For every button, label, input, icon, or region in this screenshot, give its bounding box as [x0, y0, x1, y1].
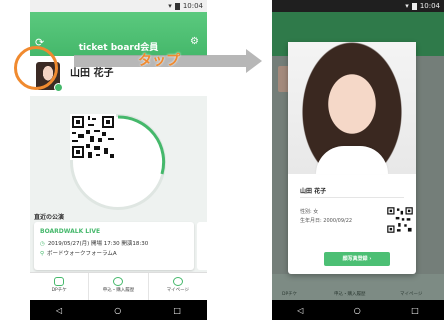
app-header: ⟳ ticket board会員 ⚙ — [30, 12, 207, 56]
battery-icon — [411, 2, 417, 10]
header-title: ticket board会員 — [78, 43, 159, 53]
event-card[interactable]: BOARDWALK LIVE ◷ 2019/05/27(月) 開場 17:30 開… — [34, 222, 194, 270]
dimmed-tab-bar: DPチケ 申込・購入履歴 マイページ — [272, 274, 444, 300]
back-icon[interactable]: ◁ — [297, 306, 303, 315]
signal-icon: ▾ — [168, 2, 172, 10]
recents-icon[interactable]: □ — [173, 306, 181, 315]
clock-icon — [113, 277, 124, 286]
register-photo-button[interactable]: 顔写真登録 › — [324, 252, 390, 266]
status-time: 10:04 — [182, 2, 203, 10]
tab-label: マイページ — [400, 292, 423, 297]
gender-field: 性別: 女 — [300, 209, 319, 215]
tab-dp-ticket[interactable]: DPチケ — [30, 273, 90, 301]
photo-shirt — [316, 146, 388, 174]
dob-field: 生年月日: 2000/09/22 — [300, 218, 353, 224]
signal-icon: ▾ — [405, 2, 409, 10]
camera-badge-icon — [54, 83, 63, 92]
modal-member-name: 山田 花子 — [300, 188, 327, 195]
qr-ring — [70, 114, 166, 210]
settings-icon[interactable]: ⚙ — [190, 36, 199, 47]
tab-label: 申込・購入履歴 — [334, 292, 366, 297]
recent-events-section: 直近の公演 BOARDWALK LIVE ◷ 2019/05/27(月) 開場 1… — [30, 210, 207, 272]
tab-label: 申込・購入履歴 — [102, 288, 135, 293]
event-venue-row: ⚲ ボードウォークフォーラムA — [40, 249, 117, 257]
user-icon — [172, 277, 183, 286]
android-nav-bar: ◁ ○ □ — [30, 300, 207, 320]
qr-code-icon — [70, 114, 116, 160]
right-phone-screen: ▾ 10:04 DPチケ 申込・購入履歴 マイページ 山田 花子 性別: 女 生… — [272, 0, 444, 320]
next-event-card[interactable] — [197, 222, 207, 270]
register-photo-label: 顔写真登録 — [342, 256, 368, 262]
status-bar: ▾ 10:04 — [272, 0, 444, 12]
event-name: BOARDWALK LIVE — [40, 228, 101, 235]
back-icon[interactable]: ◁ — [56, 306, 62, 315]
member-photo — [288, 42, 416, 174]
qr-code-icon — [386, 206, 414, 234]
android-nav-bar: ◁ ○ □ — [272, 300, 444, 320]
event-datetime: 2019/05/27(月) 開場 17:30 開演18:30 — [47, 241, 149, 247]
recent-heading: 直近の公演 — [34, 214, 65, 221]
clock-icon: ◷ — [40, 241, 45, 247]
tab-mypage[interactable]: マイページ — [149, 273, 207, 301]
member-name: 山田 花子 — [70, 68, 114, 79]
recents-icon[interactable]: □ — [411, 306, 419, 315]
battery-icon — [174, 2, 180, 10]
tab-label: DPチケ — [282, 292, 298, 297]
tap-annotation-label: タップ — [138, 53, 180, 69]
tap-highlight-circle — [14, 46, 58, 90]
bottom-tab-bar: DPチケ 申込・購入履歴 マイページ — [30, 272, 207, 301]
home-icon[interactable]: ○ — [114, 306, 121, 315]
status-bar: ▾ 10:04 — [30, 0, 207, 12]
tab-label: DPチケ — [51, 288, 67, 293]
tab-history[interactable]: 申込・購入履歴 — [89, 273, 149, 301]
status-time: 10:04 — [419, 2, 440, 10]
member-card-modal: 山田 花子 性別: 女 生年月日: 2000/09/22 顔写真登録 › — [288, 42, 416, 274]
left-phone-screen: ▾ 10:04 ⟳ ticket board会員 ⚙ 山田 花子 直近の公演 B… — [30, 0, 207, 320]
home-icon[interactable]: ○ — [354, 306, 361, 315]
location-pin-icon: ⚲ — [40, 251, 45, 257]
event-datetime-row: ◷ 2019/05/27(月) 開場 17:30 開演18:30 — [40, 239, 148, 247]
ticket-icon — [54, 277, 65, 286]
divider — [300, 197, 404, 198]
tab-label: マイページ — [166, 288, 190, 293]
event-venue: ボードウォークフォーラムA — [47, 251, 117, 257]
